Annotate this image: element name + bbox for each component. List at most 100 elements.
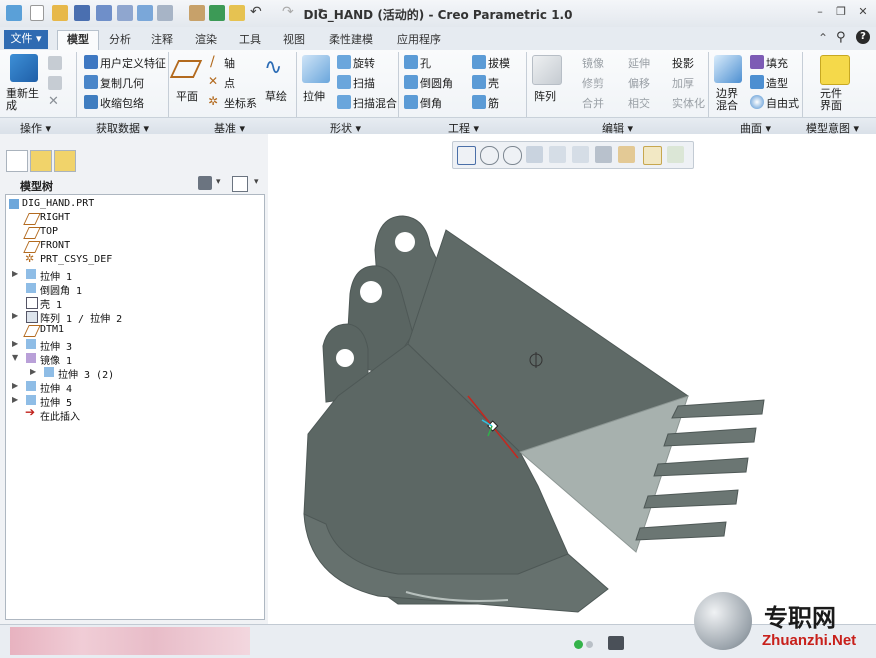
- tree-item[interactable]: DTM1: [40, 324, 64, 335]
- zoom-out-icon[interactable]: [503, 146, 522, 165]
- round-button[interactable]: 倒圆角: [420, 75, 453, 91]
- tree-item[interactable]: 拉伸 1: [40, 268, 72, 283]
- trim-button[interactable]: 修剪: [582, 75, 604, 91]
- offset-button[interactable]: 偏移: [628, 75, 650, 91]
- insert-here-item[interactable]: 在此插入: [40, 408, 80, 423]
- thicken-button[interactable]: 加厚: [672, 75, 694, 91]
- tree-item[interactable]: FRONT: [40, 240, 70, 251]
- display-style-icon[interactable]: [549, 146, 566, 163]
- tree-item[interactable]: 拉伸 3 (2): [58, 366, 114, 381]
- settings-dropdown-icon[interactable]: ▾: [216, 177, 221, 187]
- swept-blend-button[interactable]: 扫描混合: [353, 95, 397, 111]
- hole-icon[interactable]: [404, 55, 418, 69]
- graphics-area[interactable]: [268, 134, 876, 624]
- tree-item[interactable]: 拉伸 4: [40, 380, 72, 395]
- udf-icon[interactable]: [84, 55, 98, 69]
- regenerate-button[interactable]: 重新生成: [6, 88, 42, 112]
- rib-icon[interactable]: [472, 95, 486, 109]
- tree-item[interactable]: 拉伸 3: [40, 338, 72, 353]
- expand-arrow-icon[interactable]: ▶: [12, 269, 18, 278]
- shell-icon[interactable]: [472, 75, 486, 89]
- shrinkwrap-button[interactable]: 收缩包络: [100, 95, 144, 111]
- pattern-icon[interactable]: [532, 55, 562, 85]
- zoom-in-icon[interactable]: [480, 146, 499, 165]
- pattern-button[interactable]: 阵列: [534, 88, 556, 104]
- revolve-button[interactable]: 旋转: [353, 55, 375, 71]
- style-button[interactable]: 造型: [766, 75, 788, 91]
- tree-show-icon[interactable]: [232, 176, 248, 192]
- sweep-button[interactable]: 扫描: [353, 75, 375, 91]
- refit-icon[interactable]: [457, 146, 476, 165]
- tab-tools[interactable]: 工具: [234, 31, 266, 49]
- tab-analysis[interactable]: 分析: [104, 31, 136, 49]
- expand-arrow-icon[interactable]: ▶: [12, 395, 18, 404]
- round-icon[interactable]: [404, 75, 418, 89]
- tree-item[interactable]: 壳 1: [40, 296, 62, 311]
- tab-model[interactable]: 模型: [57, 30, 99, 50]
- revolve-icon[interactable]: [337, 55, 351, 69]
- extrude-icon[interactable]: [302, 55, 330, 83]
- copy-geometry-button[interactable]: 复制几何: [100, 75, 144, 91]
- tree-item[interactable]: TOP: [40, 226, 58, 237]
- boundary-blend-button[interactable]: 边界混合: [716, 88, 744, 112]
- component-interface-button[interactable]: 元件界面: [820, 88, 850, 112]
- freestyle-icon[interactable]: [750, 95, 764, 109]
- folder-browser-tab-icon[interactable]: [30, 150, 52, 172]
- chamfer-icon[interactable]: [404, 95, 418, 109]
- tree-item[interactable]: PRT_CSYS_DEF: [40, 254, 112, 265]
- find-icon[interactable]: [608, 636, 624, 650]
- copy-icon[interactable]: [48, 56, 62, 70]
- tree-item[interactable]: RIGHT: [40, 212, 70, 223]
- minimize-icon[interactable]: –: [813, 6, 827, 18]
- regenerate-icon[interactable]: [10, 54, 38, 82]
- draft-icon[interactable]: [472, 55, 486, 69]
- sketch-button[interactable]: 草绘: [265, 88, 287, 104]
- annotation-display-icon[interactable]: [643, 146, 662, 165]
- hole-button[interactable]: 孔: [420, 55, 431, 71]
- search-icon[interactable]: ⚲: [836, 30, 846, 45]
- datum-display-icon[interactable]: [618, 146, 635, 163]
- extrude-button[interactable]: 拉伸: [303, 88, 325, 104]
- user-defined-feature-button[interactable]: 用户定义特征: [100, 55, 166, 71]
- tab-applications[interactable]: 应用程序: [390, 31, 448, 49]
- tree-settings-icon[interactable]: [198, 176, 212, 190]
- freestyle-button[interactable]: 自由式: [766, 95, 799, 111]
- tree-item[interactable]: 阵列 1 / 拉伸 2: [40, 310, 122, 325]
- shrinkwrap-icon[interactable]: [84, 95, 98, 109]
- expand-arrow-icon[interactable]: ▶: [30, 367, 36, 376]
- axis-button[interactable]: 轴: [224, 55, 235, 71]
- bucket-model[interactable]: [268, 134, 876, 624]
- delete-icon[interactable]: ✕: [48, 94, 59, 109]
- saved-views-icon[interactable]: [572, 146, 589, 163]
- intersect-button[interactable]: 相交: [628, 95, 650, 111]
- copy-geometry-icon[interactable]: [84, 75, 98, 89]
- shell-button[interactable]: 壳: [488, 75, 499, 91]
- sketch-icon[interactable]: ∿: [264, 55, 282, 80]
- csys-button[interactable]: 坐标系: [224, 95, 257, 111]
- repaint-icon[interactable]: [526, 146, 543, 163]
- collapse-arrow-icon[interactable]: ▼: [12, 353, 18, 362]
- plane-button[interactable]: 平面: [176, 88, 198, 104]
- expand-arrow-icon[interactable]: ▶: [12, 381, 18, 390]
- show-dropdown-icon[interactable]: ▾: [254, 177, 259, 187]
- chamfer-button[interactable]: 倒角: [420, 95, 442, 111]
- expand-arrow-icon[interactable]: ▶: [12, 311, 18, 320]
- tab-flexible-modeling[interactable]: 柔性建模: [322, 31, 380, 49]
- tree-item[interactable]: 倒圆角 1: [40, 282, 82, 297]
- help-icon[interactable]: ?: [856, 30, 870, 44]
- tree-item[interactable]: 镜像 1: [40, 352, 72, 367]
- extend-button[interactable]: 延伸: [628, 55, 650, 71]
- mirror-button[interactable]: 镜像: [582, 55, 604, 71]
- swept-blend-icon[interactable]: [337, 95, 351, 109]
- point-icon[interactable]: ✕: [208, 74, 218, 88]
- fill-icon[interactable]: [750, 55, 764, 69]
- tab-render[interactable]: 渲染: [190, 31, 222, 49]
- point-button[interactable]: 点: [224, 75, 235, 91]
- view-manager-icon[interactable]: [595, 146, 612, 163]
- spin-center-display-icon[interactable]: [667, 146, 684, 163]
- tree-item[interactable]: DIG_HAND.PRT: [22, 198, 94, 209]
- collapse-ribbon-icon[interactable]: ⌃: [818, 31, 828, 45]
- axis-icon[interactable]: /: [210, 54, 215, 70]
- boundary-blend-icon[interactable]: [714, 55, 742, 83]
- merge-button[interactable]: 合并: [582, 95, 604, 111]
